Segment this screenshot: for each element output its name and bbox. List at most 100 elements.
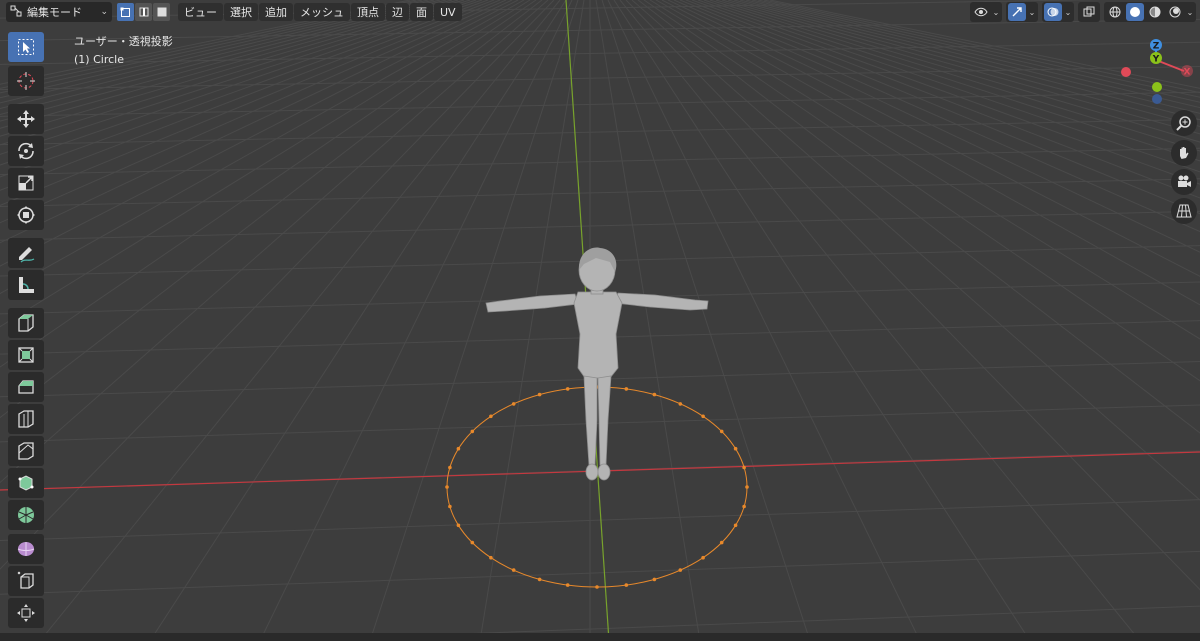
menu-vertex[interactable]: 頂点 — [351, 3, 385, 21]
circle-vertex — [733, 446, 738, 451]
gizmo-neg-x-dot — [1121, 67, 1131, 77]
3d-cursor-icon — [17, 72, 35, 90]
rendered-shading-button[interactable] — [1166, 3, 1184, 21]
circle-vertex — [511, 568, 516, 572]
rotate-tool[interactable] — [8, 136, 44, 166]
edit-mode-icon — [10, 5, 22, 20]
chevron-down-icon: ⌄ — [100, 7, 108, 17]
add-cube-tool[interactable] — [8, 308, 44, 338]
menu-bar: ビュー 選択 追加 メッシュ 頂点 辺 面 UV — [178, 3, 462, 21]
loop-cut-icon — [18, 442, 34, 460]
circle-vertex — [719, 540, 724, 545]
hand-icon — [1180, 147, 1189, 159]
menu-face[interactable]: 面 — [410, 3, 433, 21]
face-select-button[interactable] — [153, 3, 170, 21]
smooth-tool[interactable] — [8, 534, 44, 564]
circle-vertex — [733, 523, 738, 528]
vertex-select-icon — [120, 7, 130, 17]
projection-toggle-button[interactable] — [1171, 198, 1197, 224]
cursor-tool[interactable] — [8, 66, 44, 96]
chevron-down-icon[interactable]: ⌄ — [992, 8, 1000, 17]
select-mode-group — [117, 3, 170, 21]
gizmo-icon — [1012, 7, 1022, 17]
circle-vertex — [489, 414, 493, 419]
gizmo-x-label: X — [1184, 68, 1191, 78]
menu-mesh[interactable]: メッシュ — [294, 3, 350, 21]
chevron-down-icon[interactable]: ⌄ — [1186, 8, 1194, 17]
overlay-toggle[interactable] — [1044, 3, 1062, 21]
circle-vertex — [537, 577, 542, 582]
zoom-button[interactable] — [1171, 110, 1197, 136]
edge-select-button[interactable] — [135, 3, 152, 21]
annotate-tool[interactable] — [8, 238, 44, 268]
spin-icon — [18, 507, 34, 523]
gizmo-neg-z-dot — [1152, 94, 1162, 104]
menu-view[interactable]: ビュー — [178, 3, 223, 21]
gizmo-y-label: Y — [1152, 55, 1160, 65]
xray-toggle[interactable] — [1080, 3, 1098, 21]
menu-edge[interactable]: 辺 — [386, 3, 409, 21]
mode-selector[interactable]: 編集モード ⌄ — [6, 2, 112, 22]
xray-icon — [1083, 6, 1095, 17]
pan-button[interactable] — [1171, 140, 1197, 166]
circle-vertex — [595, 585, 599, 589]
chevron-down-icon[interactable]: ⌄ — [1064, 8, 1072, 17]
smooth-icon — [17, 542, 35, 556]
knife-tool[interactable] — [8, 468, 44, 498]
circle-vertex — [678, 568, 683, 572]
extrude-icon — [18, 347, 34, 363]
inset-faces-tool[interactable] — [8, 372, 44, 402]
extrude-region-tool[interactable] — [8, 340, 44, 370]
eye-icon — [974, 7, 988, 17]
circle-vertex — [742, 465, 746, 470]
menu-add[interactable]: 追加 — [259, 3, 293, 21]
transform-tool[interactable] — [8, 200, 44, 230]
wireframe-sphere-icon — [1109, 6, 1121, 18]
menu-uv[interactable]: UV — [434, 3, 462, 21]
circle-vertex — [565, 583, 570, 587]
viewport-header-right: ⌄ ⌄ ⌄ ⌄ — [970, 2, 1196, 22]
zoom-icon — [1176, 116, 1191, 131]
spin-tool[interactable] — [8, 500, 44, 530]
circle-vertex — [448, 504, 452, 509]
camera-view-button[interactable] — [1171, 169, 1197, 195]
circle-vertex — [624, 387, 629, 391]
solid-shading-button[interactable] — [1126, 3, 1144, 21]
shear-tool[interactable] — [8, 598, 44, 628]
circle-vertex — [511, 402, 516, 406]
chevron-down-icon[interactable]: ⌄ — [1028, 8, 1036, 17]
circle-vertex — [456, 523, 461, 528]
navigation-gizmo[interactable]: Z Y X — [1110, 36, 1200, 106]
material-shading-button[interactable] — [1146, 3, 1164, 21]
3d-viewport[interactable] — [0, 0, 1200, 641]
circle-vertex — [470, 429, 475, 434]
viewport-bottom-edge — [0, 633, 1200, 641]
menu-select[interactable]: 選択 — [224, 3, 258, 21]
bevel-tool[interactable] — [8, 404, 44, 434]
circle-vertex — [745, 485, 749, 489]
ruler-icon — [19, 277, 34, 293]
rotate-icon — [18, 142, 34, 160]
move-cross-icon — [17, 604, 35, 622]
move-tool[interactable] — [8, 104, 44, 134]
measure-tool[interactable] — [8, 270, 44, 300]
gizmo-group: ⌄ — [1006, 2, 1038, 22]
header-bar: 編集モード ⌄ ビュー 選択 追加 メッシュ 頂点 辺 面 UV ⌄ ⌄ ⌄ ⌄ — [0, 0, 1200, 24]
circle-vertex — [470, 540, 475, 545]
circle-vertex — [456, 446, 461, 451]
wireframe-shading-button[interactable] — [1106, 3, 1124, 21]
add-cube-icon — [18, 314, 34, 332]
poly-build-icon — [18, 475, 34, 491]
gizmo-toggle[interactable] — [1008, 3, 1026, 21]
circle-vertex — [652, 392, 657, 397]
loop-cut-tool[interactable] — [8, 436, 44, 466]
grid-perspective-icon — [1176, 204, 1192, 218]
xray-group — [1078, 2, 1100, 22]
visibility-toggle[interactable] — [972, 3, 990, 21]
pencil-icon — [19, 247, 35, 263]
vertex-select-button[interactable] — [117, 3, 134, 21]
shrink-fatten-tool[interactable] — [8, 566, 44, 596]
scale-tool[interactable] — [8, 168, 44, 198]
select-box-tool[interactable] — [8, 32, 44, 62]
shrink-fatten-icon — [17, 571, 34, 589]
